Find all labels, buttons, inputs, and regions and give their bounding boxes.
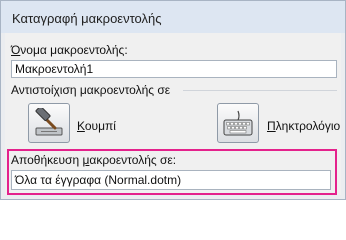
macro-name-input[interactable]: Μακροεντολή1: [11, 60, 337, 78]
button-assign-label-text: ουμπί: [84, 119, 116, 133]
keyboard-icon: [223, 110, 253, 136]
assign-macro-label: Αντιστοίχιση μακροεντολής σε: [11, 83, 171, 97]
group-divider: [183, 90, 337, 91]
record-macro-dialog: Καταγραφή μακροεντολής Όνομα μακροεντολή…: [0, 0, 346, 200]
keyboard-assign-accesskey: Π: [267, 119, 276, 133]
macro-name-label-accesskey: Ό: [11, 43, 21, 57]
macro-name-label-text: νομα μακροεντολής:: [20, 43, 128, 57]
keyboard-assign-button[interactable]: [217, 103, 259, 143]
keyboard-assign-label: Πληκτρολόγιο: [267, 119, 340, 133]
keyboard-assign-label-text: ληκτρολόγιο: [275, 119, 341, 133]
macro-name-label: Όνομα μακροεντολής:: [11, 43, 128, 57]
hammer-icon: [35, 108, 63, 136]
dialog-title: Καταγραφή μακροεντολής: [12, 11, 162, 26]
button-assign-button[interactable]: [28, 103, 70, 143]
button-assign-accesskey: Κ: [77, 119, 85, 133]
button-assign-label: Κουμπί: [77, 119, 116, 133]
dialog-titlebar[interactable]: Καταγραφή μακροεντολής: [1, 1, 345, 33]
store-macro-highlight: [7, 149, 337, 195]
